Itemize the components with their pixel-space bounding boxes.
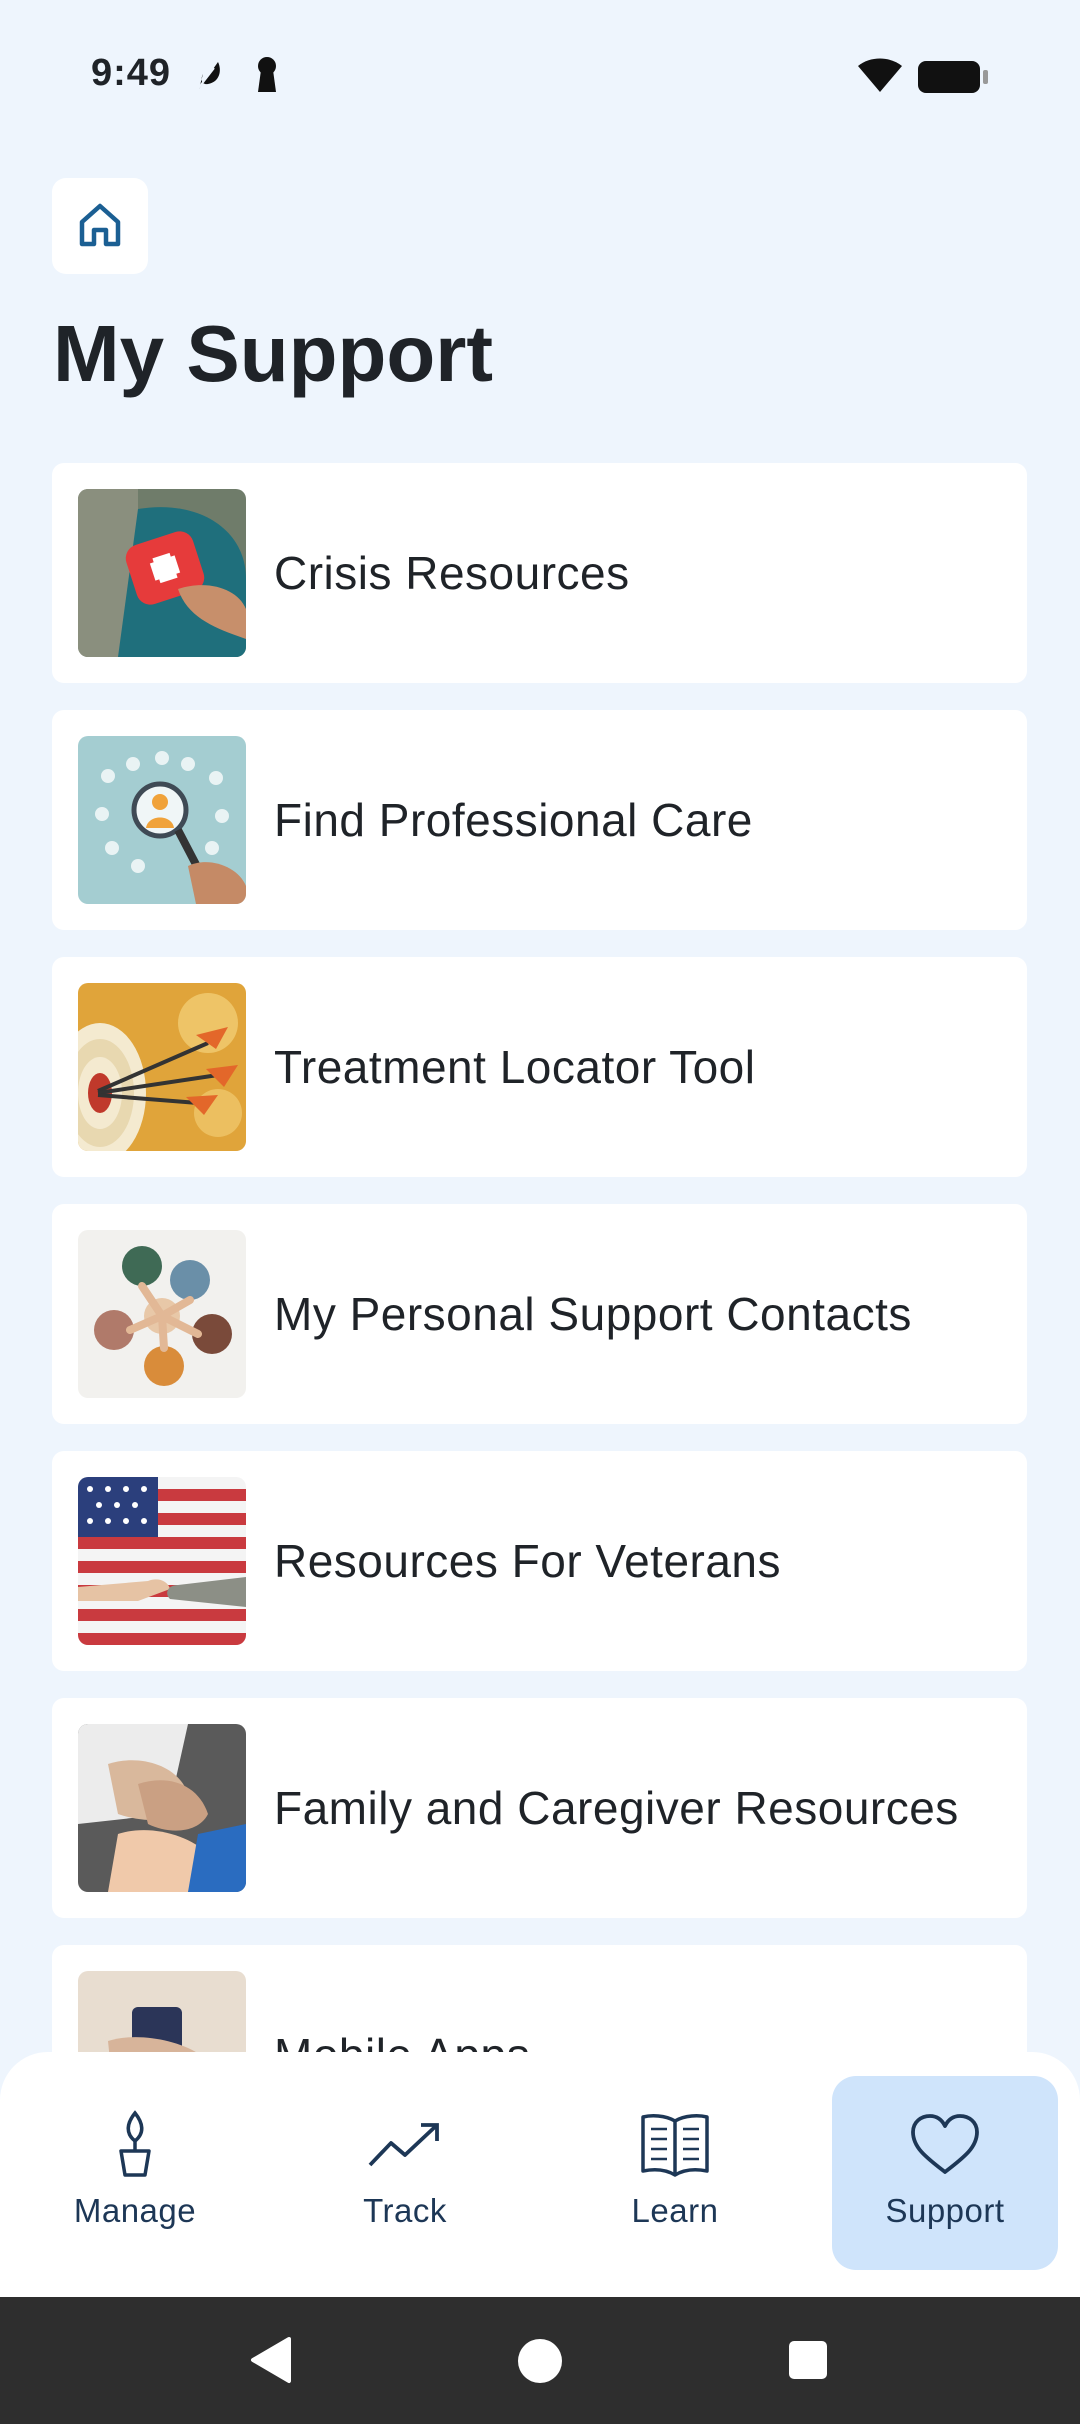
support-list: Crisis Resources Find Professional Care: [52, 463, 1027, 2053]
mobile-apps-image: [78, 1971, 246, 2053]
nav-support-label: Support: [885, 2192, 1005, 2229]
status-bar: 9:49: [0, 0, 1080, 150]
heart-icon: [909, 2104, 981, 2184]
nav-manage-label: Manage: [73, 2192, 197, 2229]
family-caregiver-resources-image: [78, 1724, 246, 1892]
treatment-locator-tool-image: [78, 983, 246, 1151]
nav-learn[interactable]: Learn: [562, 2076, 788, 2270]
resources-for-veterans-label: Resources For Veterans: [274, 1535, 782, 1587]
nav-learn-label: Learn: [631, 2192, 719, 2229]
trend-icon: [367, 2104, 443, 2184]
crisis-resources-label: Crisis Resources: [274, 547, 630, 599]
crisis-resources-card[interactable]: Crisis Resources: [52, 463, 1027, 683]
keyhole-icon: [254, 56, 280, 99]
page-title: My Support: [53, 309, 493, 398]
book-icon: [639, 2104, 711, 2184]
find-professional-care-image: [78, 736, 246, 904]
treatment-locator-tool-label: Treatment Locator Tool: [274, 1041, 756, 1093]
mobile-apps-label: Mobile Apps: [274, 2021, 1004, 2053]
wifi-icon: [856, 56, 904, 99]
back-icon[interactable]: [247, 2335, 293, 2390]
crisis-resources-image: [78, 489, 246, 657]
home-button[interactable]: [52, 178, 148, 274]
nav-support[interactable]: Support: [832, 2076, 1058, 2270]
resources-for-veterans-image: [78, 1477, 246, 1645]
find-professional-care-label: Find Professional Care: [274, 794, 753, 846]
find-professional-care-card[interactable]: Find Professional Care: [52, 710, 1027, 930]
mobile-apps-card[interactable]: Mobile Apps: [52, 1945, 1027, 2053]
status-time: 9:49: [91, 52, 172, 94]
recents-icon[interactable]: [787, 2339, 829, 2386]
personal-support-contacts-label: My Personal Support Contacts: [274, 1288, 912, 1340]
family-caregiver-resources-card[interactable]: Family and Caregiver Resources: [52, 1698, 1027, 1918]
nav-track[interactable]: Track: [292, 2076, 518, 2270]
system-nav-bar: [0, 2297, 1080, 2424]
personal-support-contacts-image: [78, 1230, 246, 1398]
resources-for-veterans-card[interactable]: Resources For Veterans: [52, 1451, 1027, 1671]
personal-support-contacts-card[interactable]: My Personal Support Contacts: [52, 1204, 1027, 1424]
treatment-locator-tool-card[interactable]: Treatment Locator Tool: [52, 957, 1027, 1177]
plant-icon: [113, 2104, 157, 2184]
leaf-icon: [194, 56, 224, 97]
nav-track-label: Track: [363, 2192, 447, 2229]
bottom-nav: Manage Track Learn Support: [0, 2052, 1080, 2297]
home-icon: [76, 200, 124, 253]
battery-icon: [918, 60, 990, 99]
family-caregiver-resources-label: Family and Caregiver Resources: [274, 1782, 959, 1834]
home-circle-icon[interactable]: [516, 2337, 564, 2390]
nav-manage[interactable]: Manage: [22, 2076, 248, 2270]
